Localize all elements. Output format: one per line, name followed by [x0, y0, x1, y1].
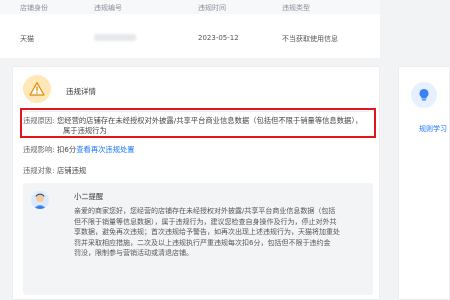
header-shop-identity: 店铺身份: [20, 4, 48, 12]
cell-time: 2023-05-12: [198, 34, 239, 42]
panel-title: 违规详情: [66, 87, 96, 96]
impact-row: 违规影响: 扣6分查看再次违规处置: [23, 145, 135, 155]
side-panel: 规则学习: [398, 66, 450, 300]
reminder-line: 罚并采取相应措施，二次及以上违规执行严重违规每次扣6分，包括但不限于违约金: [74, 238, 331, 247]
violation-detail-panel: 违规详情 违规原因: 您经营的店铺存在未经授权对外披露/共享平台商业信息数据（包…: [12, 66, 380, 300]
redacted-violation-id: [94, 34, 136, 41]
target-label: 违规对象:: [23, 166, 55, 175]
header-violation-type: 违规类型: [282, 4, 310, 12]
reason-highlight-box: [20, 108, 376, 138]
cell-type: 不当获取使用信息: [282, 35, 338, 43]
avatar: [31, 191, 49, 209]
reminder-line: 但不限于销量等信息数据），属于违规行为，建议您检查自身操作及行为，停止对外共: [74, 217, 337, 226]
reminder-line: 享数据，避免再次违规；首次违规给予警告，如再次出现上述违规行为，天猫将加重处: [74, 228, 340, 236]
target-text: 店铺违规: [56, 166, 87, 175]
cell-shop: 天猫: [20, 35, 34, 43]
reminder-title: 小二提醒: [74, 192, 104, 201]
header-violation-id: 违规编号: [94, 4, 122, 12]
rule-learning-link[interactable]: 规则学习: [419, 124, 447, 134]
warning-icon: [23, 75, 51, 103]
lightbulb-icon: [411, 82, 437, 108]
reminder-text: 亲爱的商家您好，您经营的店铺存在未经授权对外披露/共享平台商业信息数据（包括 但…: [74, 206, 366, 259]
impact-text: 扣6分: [56, 145, 77, 154]
reminder-box: 小二提醒 亲爱的商家您好，您经营的店铺存在未经授权对外披露/共享平台商业信息数据…: [23, 183, 373, 295]
reminder-line: 罚没，限制参与营销活动或清退店铺。: [74, 249, 193, 257]
target-row: 违规对象: 店铺违规: [23, 166, 86, 176]
view-repeat-violation-link[interactable]: 查看再次违规处置: [76, 145, 134, 154]
violation-table: 店铺身份 违规编号 违规时间 违规类型 天猫 2023-05-12 不当获取使用…: [0, 0, 380, 58]
table-header: 店铺身份 违规编号 违规时间 违规类型: [0, 0, 380, 14]
impact-label: 违规影响:: [23, 145, 55, 154]
header-violation-time: 违规时间: [198, 4, 226, 12]
reminder-line: 亲爱的商家您好，您经营的店铺存在未经授权对外披露/共享平台商业信息数据（包括: [74, 207, 336, 215]
